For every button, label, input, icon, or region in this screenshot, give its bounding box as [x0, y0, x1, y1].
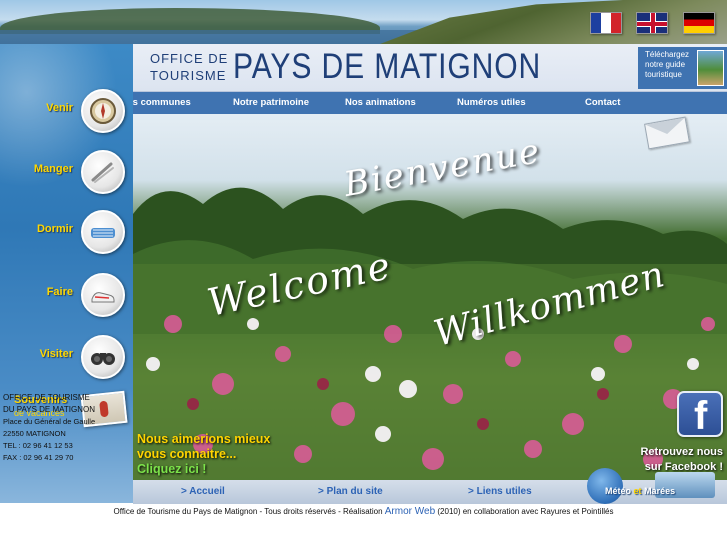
nav-notre-patrimoine[interactable]: Notre patrimoine — [233, 97, 309, 108]
office-de-label: OFFICE DE — [150, 51, 229, 66]
download-guide-button[interactable]: Téléchargez notre guide touristique — [638, 47, 727, 89]
sidebar-item-dormir[interactable]: Dormir — [0, 207, 133, 257]
contact-line: Place du Général de Gaulle — [3, 417, 96, 426]
hero-image: Bienvenue Welcome Willkommen Nous aimeri… — [133, 114, 727, 480]
contact-line: OFFICE DE TOURISME — [3, 393, 90, 402]
compass-icon — [81, 89, 125, 133]
contact-fax: FAX : 02 96 41 29 70 — [3, 453, 74, 462]
footer-text-before: Office de Tourisme du Pays de Matignon -… — [113, 507, 385, 516]
sidebar-item-label: Venir — [46, 102, 73, 114]
link-plan-du-site[interactable]: > Plan du site — [318, 486, 383, 497]
survey-cta: Cliquez ici ! — [137, 462, 207, 476]
contact-address: OFFICE DE TOURISME DU PAYS DE MATIGNON P… — [3, 392, 129, 464]
download-guide-label: Téléchargez notre guide touristique — [645, 50, 690, 79]
flag-uk-icon[interactable] — [636, 12, 668, 34]
fork-knife-icon — [81, 150, 125, 194]
link-liens-utiles[interactable]: > Liens utiles — [468, 486, 532, 497]
bottom-navigation: > Accueil > Plan du site > Liens utiles … — [133, 468, 727, 504]
sidebar-item-label: Visiter — [39, 348, 73, 360]
nav-nos-animations[interactable]: Nos animations — [345, 97, 416, 108]
site-title: PAYS DE MATIGNON — [233, 47, 542, 86]
top-navigation: Nos communes Notre patrimoine Nos animat… — [120, 92, 727, 114]
footer-text-after: (2010) en collaboration avec Rayures et … — [435, 507, 614, 516]
sidebar-item-label: Manger — [33, 163, 73, 175]
tourisme-label: TOURISME — [150, 68, 227, 83]
page: OFFICE DE TOURISME PAYS DE MATIGNON Télé… — [0, 0, 727, 545]
armor-web-link[interactable]: Armor Web — [385, 506, 435, 517]
flag-germany-icon[interactable] — [683, 12, 715, 34]
survey-line-1: Nous aimerions mieux — [137, 432, 271, 446]
envelope-icon[interactable] — [644, 116, 690, 150]
sidebar-item-label: Dormir — [36, 223, 73, 235]
sidebar-item-manger[interactable]: Manger — [0, 147, 133, 197]
guide-cover-icon — [697, 50, 724, 86]
meteo-et-word: et — [633, 486, 642, 496]
survey-link[interactable]: Nous aimerions mieux vous connaitre... C… — [137, 432, 270, 477]
footer: Office de Tourisme du Pays de Matignon -… — [0, 504, 727, 520]
sidebar-item-venir[interactable]: Venir — [0, 86, 133, 136]
link-accueil[interactable]: > Accueil — [181, 486, 225, 497]
bed-icon — [81, 210, 125, 254]
contact-line: DU PAYS DE MATIGNON — [3, 405, 96, 414]
marees-word: Marées — [644, 486, 676, 496]
survey-line-2: vous connaitre... — [137, 447, 237, 461]
nav-contact[interactable]: Contact — [585, 97, 620, 108]
meteo-marees-label: Météo et Marées — [605, 486, 675, 496]
facebook-icon[interactable]: f — [677, 391, 723, 438]
sidebar-item-faire[interactable]: Faire — [0, 270, 133, 320]
meteo-word: Météo — [605, 486, 632, 496]
header-banner: OFFICE DE TOURISME PAYS DE MATIGNON Télé… — [133, 44, 727, 92]
facebook-line-1[interactable]: Retrouvez nous — [640, 446, 723, 458]
flag-france-icon[interactable] — [590, 12, 622, 34]
contact-phone: TEL : 02 96 41 12 53 — [3, 441, 73, 450]
binoculars-icon — [81, 335, 125, 379]
meteo-marees-button[interactable]: Météo et Marées — [585, 468, 717, 504]
sneakers-icon — [81, 273, 125, 317]
nav-numeros-utiles[interactable]: Numéros utiles — [457, 97, 526, 108]
sidebar-item-label: Faire — [46, 286, 73, 298]
contact-line: 22550 MATIGNON — [3, 429, 66, 438]
sidebar-item-visiter[interactable]: Visiter — [0, 332, 133, 382]
